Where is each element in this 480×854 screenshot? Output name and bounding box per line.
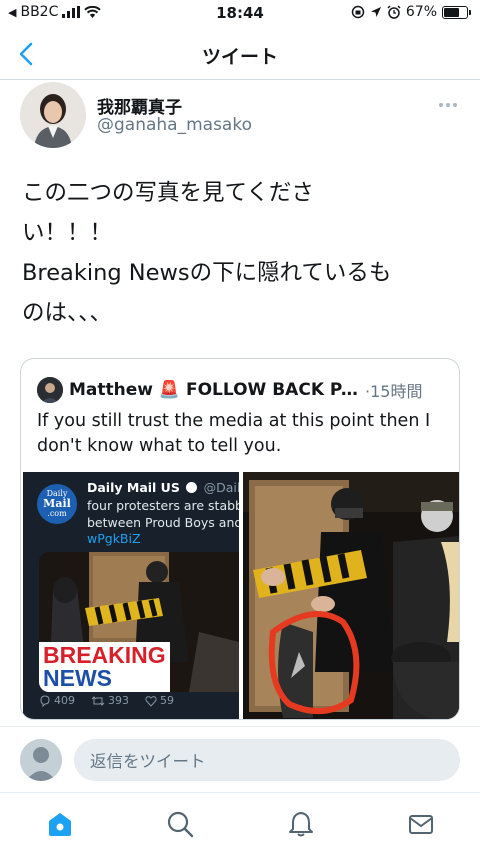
more-icon	[439, 103, 457, 107]
quoted-tweet-card[interactable]: Matthew 🚨 FOLLOW BACK PA... ·15時間 If you…	[20, 358, 460, 720]
default-avatar-icon	[20, 739, 62, 781]
status-right: 67%	[351, 4, 471, 20]
quoted-tweet-text: If you still trust the media at this poi…	[37, 411, 431, 456]
nav-bar: ツイート	[0, 28, 480, 80]
tweet-text: この二つの写真を見てくださ い！！！ Breaking Newsの下に隠れている…	[22, 180, 392, 326]
status-bar: ◀ BB2C 18:44 67%	[0, 0, 480, 26]
quoted-media-right[interactable]	[243, 472, 459, 719]
tab-notifications[interactable]	[286, 809, 316, 839]
quoted-media-left[interactable]: Daily Mail .com Daily Mail US @DailyMa f…	[23, 472, 239, 719]
retweet-icon	[91, 695, 105, 706]
author-avatar[interactable]	[20, 82, 86, 148]
alarm-icon	[387, 5, 401, 19]
inner-tweet-stats: 409 393 59	[23, 694, 239, 707]
tab-bar	[0, 792, 480, 854]
inner-account-name: Daily Mail US @DailyMa	[87, 480, 239, 495]
daily-mail-logo: Daily Mail .com	[37, 484, 77, 524]
author-handle[interactable]: @ganaha_masako	[97, 115, 252, 135]
quoted-tweet-time: ·15時間	[365, 382, 423, 401]
mail-icon	[409, 815, 433, 834]
battery-percent: 67%	[405, 4, 437, 20]
orientation-lock-icon	[351, 5, 365, 19]
inner-reply-stat: 409	[39, 694, 75, 707]
location-icon	[370, 7, 381, 17]
protest-photo	[243, 472, 459, 719]
reply-bar: 返信をツイート	[0, 726, 480, 792]
reply-input[interactable]: 返信をツイート	[74, 739, 460, 781]
inner-tweet-text: four protesters are stabbe between Proud…	[87, 498, 239, 530]
inner-photo: BREAKING NEWS	[39, 552, 239, 692]
inner-retweet-stat: 393	[91, 694, 129, 707]
reply-icon	[40, 694, 50, 707]
quoted-author-avatar	[37, 377, 63, 403]
bell-icon	[289, 812, 313, 837]
more-options-button[interactable]	[438, 92, 458, 113]
battery-fill	[444, 7, 459, 17]
battery-icon	[442, 5, 471, 19]
quoted-author-name: Matthew 🚨 FOLLOW BACK PA...	[69, 380, 359, 400]
home-icon	[49, 813, 71, 836]
inner-like-stat: 59	[145, 694, 174, 707]
breaking-news-banner: BREAKING NEWS	[39, 642, 170, 692]
verified-icon	[186, 482, 198, 493]
tab-search[interactable]	[165, 809, 195, 839]
heart-icon	[145, 695, 157, 707]
search-icon	[167, 811, 194, 838]
tab-messages[interactable]	[406, 809, 436, 839]
quoted-tweet-header: Matthew 🚨 FOLLOW BACK PA... ·15時間	[37, 377, 447, 403]
author-avatar-image	[20, 82, 86, 148]
tab-home[interactable]	[45, 809, 75, 839]
page-title: ツイート	[201, 46, 278, 68]
inner-tweet-link: wPgkBiZ	[87, 531, 141, 546]
user-avatar[interactable]	[20, 739, 62, 781]
